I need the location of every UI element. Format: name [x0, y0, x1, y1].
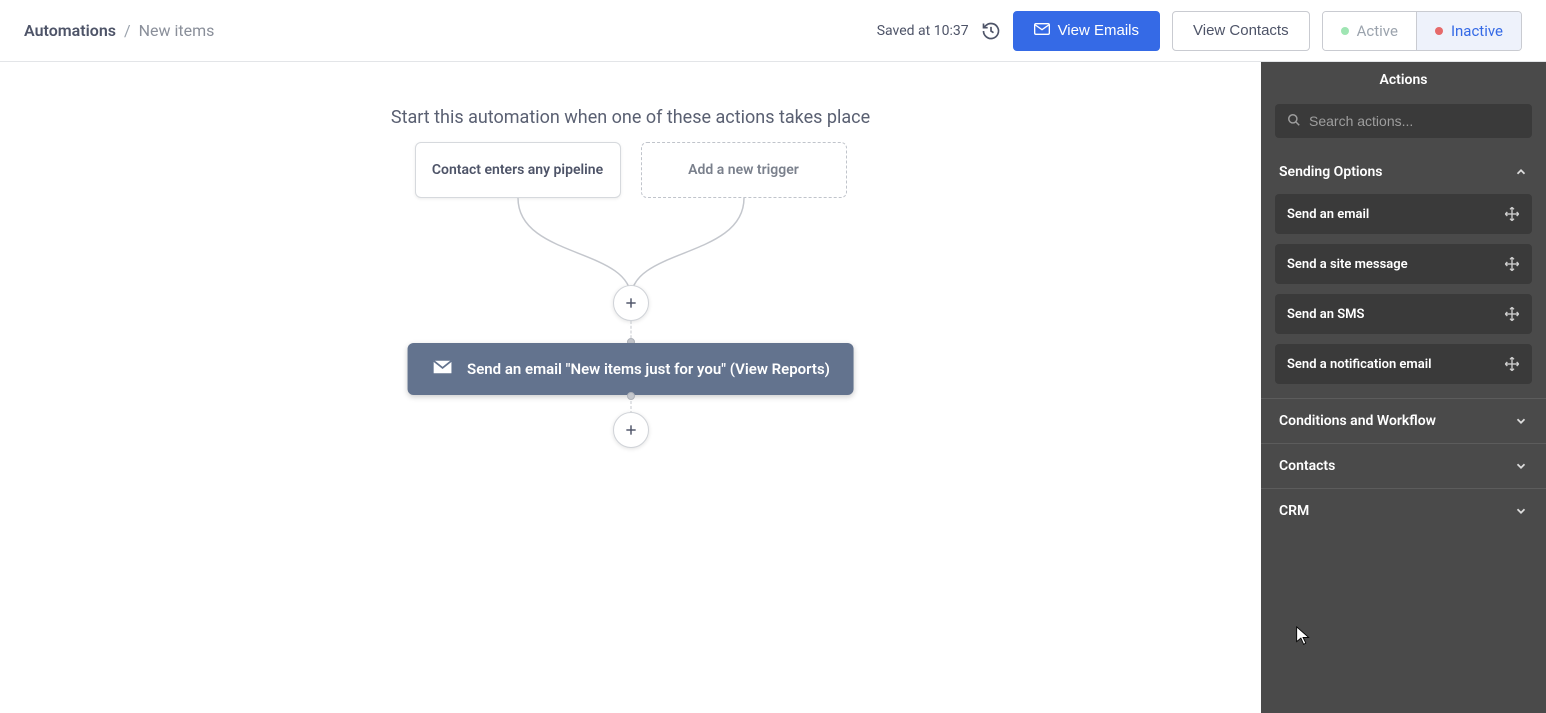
toggle-active-label: Active: [1357, 22, 1398, 40]
action-item-label: Send a notification email: [1287, 357, 1431, 372]
move-icon: [1504, 206, 1520, 222]
status-toggle: Active Inactive: [1322, 11, 1522, 51]
mail-icon: [431, 359, 453, 379]
trigger-dashed-label: Add a new trigger: [688, 162, 799, 178]
actions-sidebar: Actions Sending Options Send an email Se…: [1261, 62, 1546, 713]
search-wrap: [1261, 98, 1546, 150]
action-item-label: Send an email: [1287, 207, 1369, 222]
view-contacts-button[interactable]: View Contacts: [1172, 11, 1310, 51]
breadcrumb-current: New items: [139, 21, 215, 40]
chevron-up-icon: [1514, 165, 1528, 179]
saved-indicator: Saved at 10:37: [877, 23, 969, 39]
chevron-down-icon: [1514, 504, 1528, 518]
category-label: CRM: [1279, 503, 1309, 519]
search-icon: [1287, 112, 1301, 131]
instruction-text: Start this automation when one of these …: [391, 107, 870, 128]
toggle-active[interactable]: Active: [1323, 12, 1416, 50]
category-body-sending: Send an email Send a site message Send a…: [1261, 194, 1546, 398]
action-item-label: Send a site message: [1287, 257, 1408, 272]
header: Automations / New items Saved at 10:37 V…: [0, 0, 1546, 62]
add-node-button-top[interactable]: [613, 285, 649, 321]
move-icon: [1504, 256, 1520, 272]
breadcrumb-root[interactable]: Automations: [24, 21, 116, 40]
action-send-notification[interactable]: Send a notification email: [1275, 344, 1532, 384]
search-input[interactable]: [1309, 113, 1520, 129]
action-card-send-email[interactable]: Send an email "New items just for you" (…: [407, 343, 854, 395]
action-send-email[interactable]: Send an email: [1275, 194, 1532, 234]
action-send-sms[interactable]: Send an SMS: [1275, 294, 1532, 334]
toggle-inactive[interactable]: Inactive: [1416, 12, 1521, 50]
search-box[interactable]: [1275, 104, 1532, 138]
action-card-label: Send an email "New items just for you" (…: [467, 360, 830, 378]
header-right: Saved at 10:37 View Emails View Contacts…: [877, 11, 1522, 51]
action-item-label: Send an SMS: [1287, 307, 1364, 322]
move-icon: [1504, 306, 1520, 322]
category-crm[interactable]: CRM: [1261, 488, 1546, 533]
trigger-card-pipeline[interactable]: Contact enters any pipeline: [415, 142, 621, 198]
breadcrumb: Automations / New items: [24, 21, 214, 40]
view-emails-button[interactable]: View Emails: [1013, 11, 1160, 51]
history-icon[interactable]: [981, 21, 1001, 41]
view-emails-label: View Emails: [1058, 22, 1139, 39]
trigger-solid-label: Contact enters any pipeline: [432, 162, 603, 178]
canvas-inner: Start this automation when one of these …: [0, 62, 1261, 713]
add-node-button-bottom[interactable]: [613, 412, 649, 448]
category-label: Conditions and Workflow: [1279, 413, 1436, 429]
category-sending-options[interactable]: Sending Options: [1261, 150, 1546, 194]
sidebar-title: Actions: [1261, 62, 1546, 98]
category-contacts[interactable]: Contacts: [1261, 443, 1546, 488]
category-label: Contacts: [1279, 458, 1335, 474]
toggle-inactive-label: Inactive: [1451, 22, 1503, 40]
mail-icon: [1034, 22, 1050, 39]
trigger-row: Contact enters any pipeline Add a new tr…: [415, 142, 847, 198]
action-send-site-message[interactable]: Send a site message: [1275, 244, 1532, 284]
status-dot-inactive: [1435, 27, 1443, 35]
category-conditions-workflow[interactable]: Conditions and Workflow: [1261, 398, 1546, 443]
automation-canvas[interactable]: Start this automation when one of these …: [0, 62, 1261, 713]
view-contacts-label: View Contacts: [1193, 22, 1289, 39]
status-dot-active: [1341, 27, 1349, 35]
category-label: Sending Options: [1279, 164, 1383, 180]
add-trigger-button[interactable]: Add a new trigger: [641, 142, 847, 198]
move-icon: [1504, 356, 1520, 372]
chevron-down-icon: [1514, 414, 1528, 428]
breadcrumb-separator: /: [124, 21, 131, 40]
chevron-down-icon: [1514, 459, 1528, 473]
